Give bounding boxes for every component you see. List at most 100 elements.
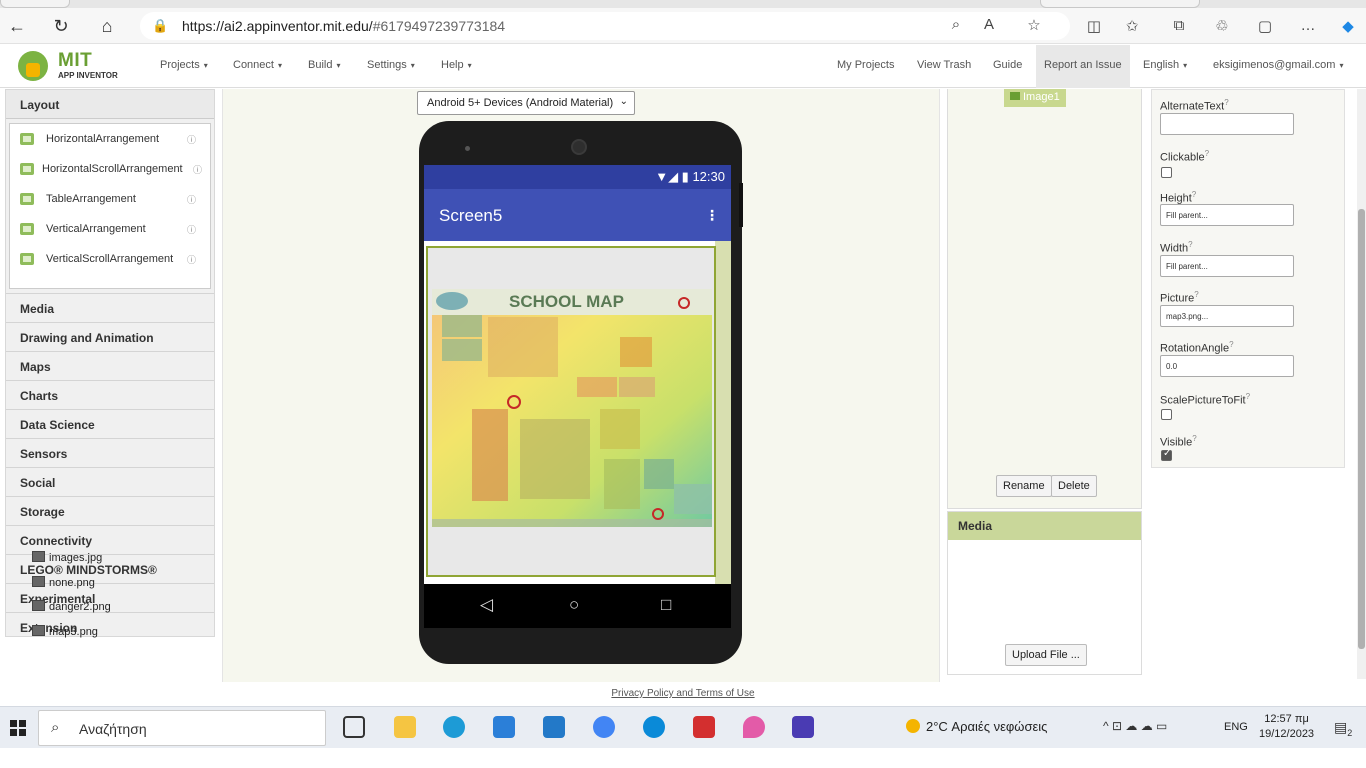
- upload-file-button[interactable]: Upload File ...: [1005, 644, 1087, 666]
- chrome-icon[interactable]: [593, 716, 615, 738]
- acrobat-icon[interactable]: [693, 716, 715, 738]
- arrangement-icon: [20, 253, 34, 265]
- menu-build[interactable]: Build ▾: [308, 59, 340, 71]
- split-screen-icon[interactable]: ◫: [1083, 17, 1105, 35]
- menu-projects[interactable]: Projects ▾: [160, 59, 208, 71]
- palette-category-social[interactable]: Social: [6, 467, 214, 496]
- taskbar-search[interactable]: ⌕ Αναζήτηση: [38, 710, 326, 746]
- palette-layout-header[interactable]: Layout: [6, 90, 214, 119]
- chevron-down-icon: ⌄: [619, 96, 628, 107]
- menu-help[interactable]: Help ▾: [441, 59, 472, 71]
- palette-category-storage[interactable]: Storage: [6, 496, 214, 525]
- visible-checkbox[interactable]: [1161, 448, 1172, 461]
- height-field[interactable]: Fill parent...: [1160, 204, 1294, 226]
- alternatetext-input[interactable]: [1160, 113, 1294, 135]
- menu-account[interactable]: eksigimenos@gmail.com ▾: [1213, 59, 1343, 71]
- layout-components-list: HorizontalArrangement ⓘ HorizontalScrollA…: [9, 123, 211, 289]
- media-file-item[interactable]: images.jpg: [32, 551, 102, 564]
- extensions-icon[interactable]: ♲: [1211, 17, 1233, 35]
- menu-connect[interactable]: Connect ▾: [233, 59, 282, 71]
- home-icon[interactable]: ⌂: [96, 15, 118, 37]
- app-inventor-logo[interactable]: MIT APP INVENTOR: [18, 49, 128, 83]
- link-guide[interactable]: Guide: [993, 59, 1022, 71]
- clock[interactable]: 12:57 πμ 19/12/2023: [1259, 712, 1314, 742]
- paint-icon[interactable]: [743, 716, 765, 738]
- browser-tab[interactable]: [0, 0, 70, 8]
- help-icon[interactable]: ⓘ: [187, 133, 196, 146]
- lock-icon: 🔒: [152, 18, 169, 33]
- palette-category-media[interactable]: Media: [6, 293, 214, 322]
- file-explorer-icon[interactable]: [394, 716, 416, 738]
- skype-icon[interactable]: [643, 716, 665, 738]
- palette-category-maps[interactable]: Maps: [6, 351, 214, 380]
- mail-icon[interactable]: [543, 716, 565, 738]
- width-field[interactable]: Fill parent...: [1160, 255, 1294, 277]
- menu-settings[interactable]: Settings ▾: [367, 59, 415, 71]
- help-icon[interactable]: ⓘ: [187, 223, 196, 236]
- component-tree-image1[interactable]: Image1: [1004, 89, 1066, 107]
- palette-category-data-science[interactable]: Data Science: [6, 409, 214, 438]
- nav-recent-icon: □: [661, 595, 672, 614]
- palette-item-horizontalscrollarrangement[interactable]: HorizontalScrollArrangement ⓘ: [10, 154, 210, 184]
- back-icon[interactable]: ←: [6, 15, 28, 37]
- logo-appinventor-text: APP INVENTOR: [58, 71, 118, 80]
- more-menu-icon[interactable]: …: [1297, 17, 1319, 34]
- notifications-icon[interactable]: ▤2: [1334, 719, 1352, 738]
- palette-category-sensors[interactable]: Sensors: [6, 438, 214, 467]
- palette-item-verticalscrollarrangement[interactable]: VerticalScrollArrangement ⓘ: [10, 244, 210, 274]
- help-icon[interactable]: ⓘ: [187, 253, 196, 266]
- prop-width-label: Width?: [1160, 240, 1193, 255]
- address-bar[interactable]: 🔒 https://ai2.appinventor.mit.edu/#61794…: [140, 12, 1070, 40]
- image-file-icon: [32, 551, 45, 562]
- link-report-issue[interactable]: Report an Issue: [1044, 59, 1122, 71]
- windows-start-icon[interactable]: [10, 720, 26, 736]
- page-scrollbar[interactable]: [1357, 89, 1366, 679]
- app-icon[interactable]: [792, 716, 814, 738]
- rotationangle-input[interactable]: 0.0: [1160, 355, 1294, 377]
- help-icon[interactable]: ⓘ: [193, 163, 202, 176]
- search-icon: ⌕: [51, 719, 60, 736]
- read-aloud-icon[interactable]: A: [978, 16, 1000, 33]
- delete-button[interactable]: Delete: [1051, 475, 1097, 497]
- media-file-item[interactable]: danger2.png: [32, 600, 111, 613]
- favorite-star-icon[interactable]: ☆: [1023, 16, 1045, 34]
- link-my-projects[interactable]: My Projects: [837, 59, 894, 71]
- device-size-select[interactable]: Android 5+ Devices (Android Material) ⌄: [417, 91, 635, 115]
- app-header: MIT APP INVENTOR Projects ▾ Connect ▾ Buil…: [0, 45, 1366, 88]
- prop-clickable-label: Clickable?: [1160, 149, 1210, 164]
- edge-icon[interactable]: [443, 716, 465, 738]
- palette-item-horizontalarrangement[interactable]: HorizontalArrangement ⓘ: [10, 124, 210, 154]
- language-indicator[interactable]: ENG: [1224, 721, 1248, 733]
- clickable-checkbox[interactable]: [1161, 167, 1172, 178]
- scrollbar-thumb[interactable]: [1358, 209, 1365, 649]
- app-icon[interactable]: ▢: [1254, 17, 1276, 35]
- scalepicturetofit-checkbox[interactable]: [1161, 409, 1172, 420]
- copilot-icon[interactable]: ◆: [1337, 17, 1359, 35]
- system-tray-icons[interactable]: ^ ⊡ ☁ ☁ ▭: [1103, 719, 1167, 733]
- screen-title-bar[interactable]: Screen5 ⋮: [424, 189, 731, 241]
- weather-widget[interactable]: 2°C Αραιές νεφώσεις: [906, 719, 1047, 734]
- rename-button[interactable]: Rename: [996, 475, 1052, 497]
- browser-toolbar: ← ↻ ⌂ 🔒 https://ai2.appinventor.mit.edu/…: [0, 8, 1366, 44]
- palette-category-charts[interactable]: Charts: [6, 380, 214, 409]
- palette-item-tablearrangement[interactable]: TableArrangement ⓘ: [10, 184, 210, 214]
- image-file-icon: [32, 576, 45, 587]
- url-text: https://ai2.appinventor.mit.edu/#6179497…: [182, 18, 506, 34]
- zoom-icon[interactable]: ⌕: [945, 16, 967, 33]
- link-view-trash[interactable]: View Trash: [917, 59, 971, 71]
- palette-category-connectivity[interactable]: Connectivity: [6, 525, 214, 554]
- browser-tab[interactable]: [1040, 0, 1200, 8]
- media-file-item[interactable]: map3.png: [32, 625, 98, 638]
- collections-icon[interactable]: ⧉: [1168, 17, 1190, 34]
- menu-language[interactable]: English ▾: [1143, 59, 1187, 71]
- reload-icon[interactable]: ↻: [50, 15, 72, 37]
- picture-field[interactable]: map3.png...: [1160, 305, 1294, 327]
- privacy-policy-link[interactable]: Privacy Policy and Terms of Use: [611, 688, 754, 699]
- task-view-icon[interactable]: [343, 716, 365, 738]
- palette-category-drawing[interactable]: Drawing and Animation: [6, 322, 214, 351]
- store-icon[interactable]: [493, 716, 515, 738]
- palette-item-verticalarrangement[interactable]: VerticalArrangement ⓘ: [10, 214, 210, 244]
- favorites-icon[interactable]: ✩: [1121, 17, 1143, 35]
- help-icon[interactable]: ⓘ: [187, 193, 196, 206]
- media-file-item[interactable]: none.png: [32, 576, 95, 589]
